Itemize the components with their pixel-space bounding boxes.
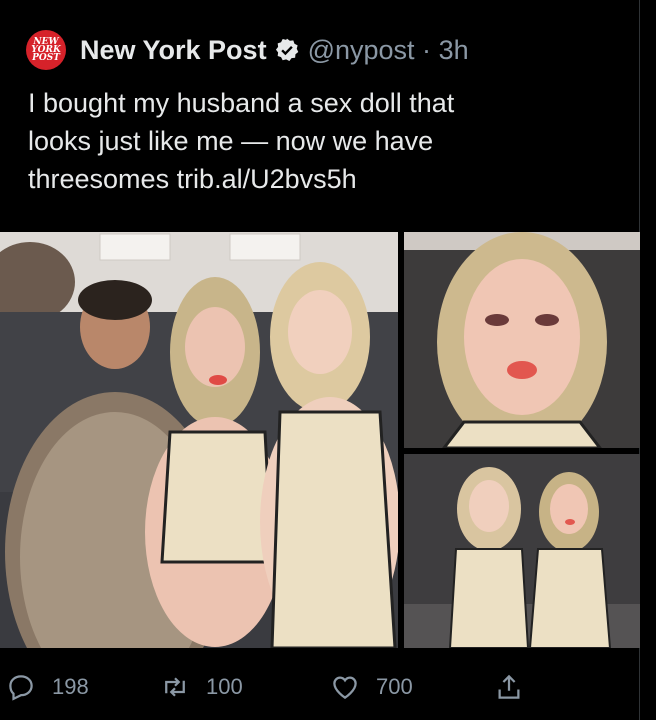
separator: · <box>422 34 432 65</box>
reply-icon <box>9 675 33 701</box>
photo-doll-face-closeup[interactable] <box>404 232 640 448</box>
photo-couple-with-doll[interactable] <box>0 232 398 648</box>
timestamp[interactable]: 3h <box>439 35 469 65</box>
retweet-count: 100 <box>206 674 243 699</box>
media-grid <box>0 232 640 648</box>
heart-icon <box>333 676 357 699</box>
tweet-header: NEW YORK POST New York Post @nypost · 3h <box>26 30 469 70</box>
account-handle[interactable]: @nypost · 3h <box>308 35 469 66</box>
retweet-button[interactable]: 100 <box>160 672 243 702</box>
reply-count: 198 <box>52 674 89 699</box>
avatar[interactable]: NEW YORK POST <box>26 30 66 70</box>
like-count: 700 <box>376 674 413 699</box>
photo-woman-and-doll[interactable] <box>404 454 640 648</box>
retweet-icon <box>165 677 185 697</box>
tweet-text: I bought my husband a sex doll that look… <box>28 88 455 194</box>
reply-button[interactable]: 198 <box>6 672 89 702</box>
handle-text: @nypost <box>307 34 415 65</box>
tweet-card[interactable]: NEW YORK POST New York Post @nypost · 3h… <box>0 0 640 720</box>
tweet-actions: 198 100 700 <box>0 664 640 710</box>
share-button[interactable] <box>494 672 524 702</box>
account-name[interactable]: New York Post <box>80 35 267 66</box>
verified-badge-icon <box>275 38 298 61</box>
logo-line-3: POST <box>32 53 60 63</box>
share-icon <box>498 674 520 699</box>
like-button[interactable]: 700 <box>330 672 413 702</box>
